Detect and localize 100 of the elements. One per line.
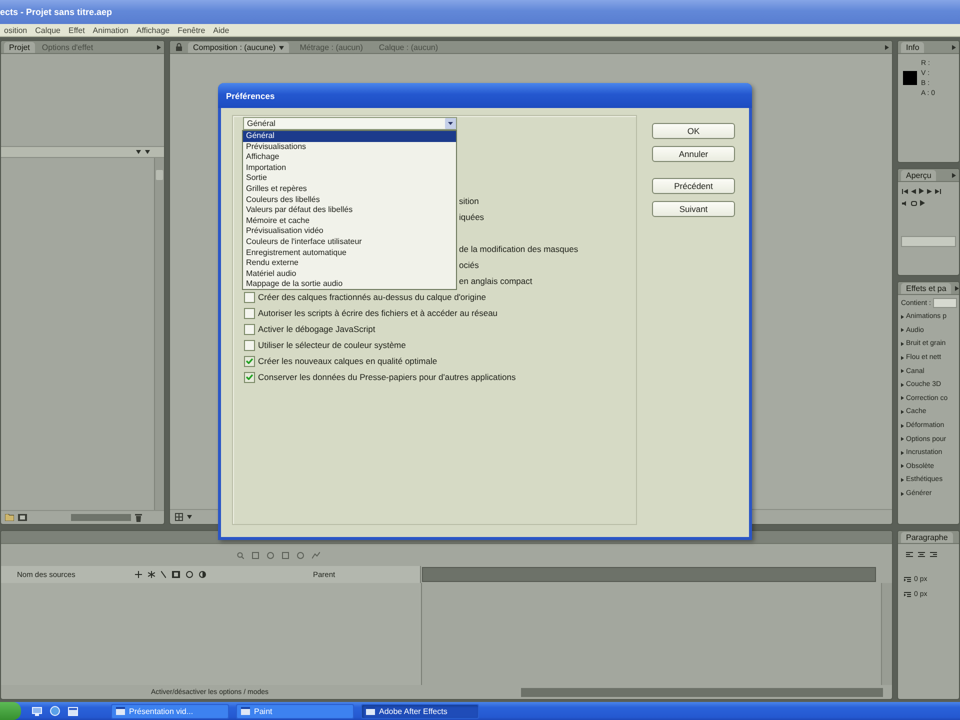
loop-icon[interactable] <box>911 200 917 206</box>
panel-menu-icon[interactable] <box>955 286 959 291</box>
caret-right-icon[interactable] <box>901 464 904 468</box>
indent-icon[interactable] <box>904 592 911 598</box>
step-forward-icon[interactable] <box>927 188 932 194</box>
horizontal-scrollbar[interactable] <box>521 688 883 696</box>
plus-icon[interactable] <box>135 571 142 578</box>
dropdown-option[interactable]: Valeurs par défaut des libellés <box>243 205 456 216</box>
checkbox[interactable] <box>244 372 255 382</box>
window-icon[interactable] <box>68 706 78 716</box>
align-left-icon[interactable] <box>906 552 913 558</box>
dropdown-option[interactable]: Couleurs de l'interface utilisateur <box>243 236 456 248</box>
menu-item[interactable]: Animation <box>88 26 132 34</box>
menu-item[interactable]: Aide <box>209 26 234 34</box>
dropdown-option[interactable]: Affichage <box>243 152 456 163</box>
lock-icon[interactable] <box>176 43 182 51</box>
menu-item[interactable]: Calque <box>31 26 64 34</box>
panel-tab[interactable]: Projet <box>4 42 35 53</box>
square-icon[interactable] <box>282 552 289 558</box>
caret-right-icon[interactable] <box>901 478 904 482</box>
indent-icon[interactable] <box>904 576 911 582</box>
menu-item[interactable]: Affichage <box>132 26 174 34</box>
square-icon[interactable] <box>252 552 259 558</box>
caret-right-icon[interactable] <box>901 342 904 346</box>
menu-item[interactable]: Effet <box>64 26 89 34</box>
skip-back-icon[interactable] <box>902 188 908 194</box>
panel-title: Aperçu <box>901 170 936 181</box>
graph-icon[interactable] <box>312 552 320 558</box>
preview-settings-field[interactable] <box>901 236 956 247</box>
window-icon <box>116 707 125 715</box>
speaker-icon[interactable] <box>902 200 908 206</box>
circle-icon[interactable] <box>186 571 193 578</box>
checkbox-label: Conserver les données du Presse-papiers pour d'autres applications <box>258 372 516 382</box>
dropdown-option[interactable]: Prévisualisations <box>243 142 456 152</box>
frame-icon[interactable] <box>18 514 27 521</box>
dropdown-option[interactable]: Prévisualisation vidéo <box>243 226 456 237</box>
dropdown-option[interactable]: Matériel audio <box>243 268 456 280</box>
dialog-button[interactable]: OK <box>652 123 735 139</box>
dropdown-option[interactable]: Mappage de la sortie audio <box>243 279 456 290</box>
align-right-icon[interactable] <box>930 552 937 558</box>
taskbar-button[interactable]: Adobe After Effects <box>361 704 479 718</box>
dialog-button[interactable]: Précédent <box>652 178 735 194</box>
half-circle-icon[interactable] <box>199 571 206 578</box>
dropdown-option[interactable]: Rendu externe <box>243 258 456 269</box>
panel-tab[interactable]: Composition : (aucune) <box>188 42 289 53</box>
caret-right-icon[interactable] <box>901 328 904 332</box>
dialog-button[interactable]: Annuler <box>652 146 735 162</box>
taskbar-button[interactable]: Paint <box>236 704 354 718</box>
step-back-icon[interactable] <box>911 188 916 194</box>
folder-icon[interactable] <box>5 514 14 521</box>
trash-icon[interactable] <box>135 514 142 522</box>
asterisk-icon[interactable] <box>148 571 155 578</box>
dropdown-option[interactable]: Importation <box>243 162 456 174</box>
panel-menu-icon[interactable] <box>157 45 161 50</box>
caret-right-icon[interactable] <box>901 396 904 400</box>
search-field[interactable] <box>932 298 957 308</box>
caret-right-icon[interactable] <box>901 424 904 428</box>
caret-icon[interactable] <box>278 46 284 50</box>
caret-right-icon[interactable] <box>901 356 904 360</box>
caret-right-icon[interactable] <box>901 410 904 414</box>
category-dropdown[interactable]: Général <box>243 117 457 130</box>
caret-right-icon[interactable] <box>901 314 904 319</box>
window-icon <box>241 707 250 715</box>
caret-right-icon[interactable] <box>901 369 904 374</box>
checkbox[interactable] <box>244 324 255 334</box>
dropdown-option[interactable]: Mémoire et cache <box>243 216 456 226</box>
globe-icon[interactable] <box>50 706 60 716</box>
caret-right-icon[interactable] <box>901 382 904 387</box>
dropdown-option[interactable]: Général <box>243 131 456 142</box>
dialog-button[interactable]: Suivant <box>652 201 735 217</box>
caret-right-icon[interactable] <box>901 437 904 442</box>
checkbox[interactable] <box>244 308 255 318</box>
menu-item[interactable]: Fenêtre <box>174 26 210 34</box>
checkbox[interactable] <box>244 340 255 350</box>
magnifier-icon[interactable] <box>237 552 244 558</box>
panel-title: Effets et pa <box>901 283 952 294</box>
dropdown-option[interactable]: Grilles et repères <box>243 184 456 195</box>
scrollbar[interactable] <box>881 583 892 685</box>
checkbox[interactable] <box>244 292 255 302</box>
panel-menu-icon[interactable] <box>952 45 956 50</box>
dropdown-option[interactable]: Couleurs des libellés <box>243 194 456 206</box>
monitor-icon[interactable] <box>32 706 42 716</box>
align-center-icon[interactable] <box>918 552 925 558</box>
scrollbar[interactable] <box>154 158 164 510</box>
dropdown-option[interactable]: Enregistrement automatique <box>243 248 456 258</box>
caret-right-icon[interactable] <box>901 450 904 455</box>
checkbox[interactable] <box>244 356 255 366</box>
caret-right-icon[interactable] <box>901 492 904 496</box>
menu-item[interactable]: osition <box>0 26 32 34</box>
caret-icon[interactable] <box>187 515 192 519</box>
slash-icon[interactable] <box>161 571 166 578</box>
frame-icon[interactable] <box>172 571 180 578</box>
taskbar-button[interactable]: Présentation vid... <box>111 704 229 718</box>
skip-forward-icon[interactable] <box>935 188 941 194</box>
window-icon <box>366 707 375 715</box>
panel-menu-icon[interactable] <box>952 173 956 178</box>
dropdown-option[interactable]: Sortie <box>243 173 456 184</box>
grid-icon[interactable] <box>175 513 183 521</box>
panel-menu-icon[interactable] <box>885 45 889 50</box>
start-button[interactable] <box>0 702 21 720</box>
